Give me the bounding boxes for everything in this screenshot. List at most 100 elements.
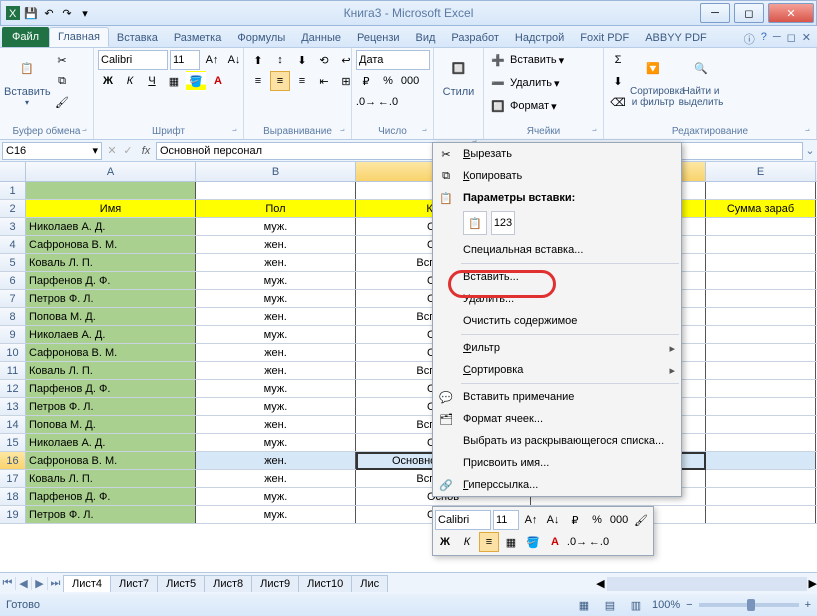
currency-icon[interactable]: ₽ (356, 71, 376, 91)
align-bottom-icon[interactable]: ⬇ (292, 50, 312, 70)
doc-restore-icon[interactable]: ◻ (787, 31, 796, 47)
cell[interactable] (706, 344, 816, 361)
align-right-icon[interactable]: ≡ (292, 71, 312, 91)
sheet-tab[interactable]: Лист8 (204, 575, 252, 592)
number-format-input[interactable] (356, 50, 430, 70)
font-size-input[interactable] (170, 50, 200, 70)
ctx-hyperlink[interactable]: 🔗Гиперссылка... (433, 474, 681, 496)
cell[interactable]: Парфенов Д. Ф. (26, 488, 196, 505)
redo-icon[interactable]: ↷ (59, 5, 75, 21)
cell[interactable]: жен. (196, 452, 356, 469)
tab-layout[interactable]: Разметка (166, 29, 230, 47)
paste-button[interactable]: 📋 Вставить ▾ (4, 50, 50, 107)
underline-icon[interactable]: Ч (142, 71, 162, 91)
cell[interactable]: Сафронова В. М. (26, 236, 196, 253)
align-middle-icon[interactable]: ↕ (270, 50, 290, 70)
cell[interactable] (706, 272, 816, 289)
ctx-paste-special[interactable]: Специальная вставка... (433, 239, 681, 261)
format-painter-icon[interactable]: 🖌 (52, 92, 72, 112)
row-header-16[interactable]: 16 (0, 452, 26, 469)
fx-expand-icon[interactable]: ⌄ (803, 144, 817, 157)
tab-view[interactable]: Вид (408, 29, 444, 47)
font-name-input[interactable] (98, 50, 168, 70)
cell[interactable]: муж. (196, 506, 356, 523)
hscroll-left-icon[interactable]: ◀ (596, 577, 604, 590)
name-box[interactable]: C16▾ (2, 142, 102, 160)
cells-delete-button[interactable]: ➖Удалить ▾ (488, 73, 560, 93)
cell[interactable]: жен. (196, 416, 356, 433)
cell[interactable] (706, 326, 816, 343)
mini-percent-icon[interactable]: % (587, 510, 607, 530)
sheet-nav-last-icon[interactable]: ⏭ (48, 577, 64, 590)
cell[interactable] (706, 398, 816, 415)
sheet-tab[interactable]: Лист7 (110, 575, 158, 592)
maximize-button[interactable]: ◻ (734, 3, 764, 23)
cell[interactable] (196, 182, 356, 199)
minimize-button[interactable]: ─ (700, 3, 730, 23)
doc-close-icon[interactable]: ✕ (802, 31, 811, 47)
styles-button[interactable]: 🔲 Стили (438, 50, 479, 98)
qat-dropdown-icon[interactable]: ▾ (77, 5, 93, 21)
fx-icon[interactable]: fx (136, 145, 156, 157)
cell[interactable]: муж. (196, 272, 356, 289)
row-header-18[interactable]: 18 (0, 488, 26, 505)
cell[interactable]: жен. (196, 236, 356, 253)
row-header-17[interactable]: 17 (0, 470, 26, 487)
cell[interactable] (706, 416, 816, 433)
tab-data[interactable]: Данные (293, 29, 349, 47)
sheet-tab[interactable]: Лист4 (63, 575, 111, 592)
increase-font-icon[interactable]: A↑ (202, 50, 222, 70)
column-header-A[interactable]: A (26, 162, 196, 181)
row-header-10[interactable]: 10 (0, 344, 26, 361)
cell[interactable]: Пол (196, 200, 356, 217)
close-button[interactable]: ✕ (768, 3, 814, 23)
column-header-E[interactable]: E (706, 162, 816, 181)
mini-currency-icon[interactable]: ₽ (565, 510, 585, 530)
cell[interactable]: муж. (196, 488, 356, 505)
namebox-dropdown-icon[interactable]: ▾ (92, 144, 98, 157)
row-header-1[interactable]: 1 (0, 182, 26, 199)
zoom-label[interactable]: 100% (652, 599, 680, 611)
row-header-5[interactable]: 5 (0, 254, 26, 271)
font-color-icon[interactable]: A (208, 71, 228, 91)
cell[interactable]: Николаев А. Д. (26, 326, 196, 343)
column-header-B[interactable]: B (196, 162, 356, 181)
row-header-6[interactable]: 6 (0, 272, 26, 289)
sort-filter-button[interactable]: 🔽 Сортировка и фильтр (630, 50, 676, 108)
cells-insert-button[interactable]: ➕Вставить ▾ (488, 50, 564, 70)
tab-review[interactable]: Рецензи (349, 29, 408, 47)
tab-insert[interactable]: Вставка (109, 29, 166, 47)
copy-icon[interactable]: ⧉ (52, 71, 72, 91)
cell[interactable]: Николаев А. Д. (26, 218, 196, 235)
cell[interactable] (706, 236, 816, 253)
sheet-nav-next-icon[interactable]: ▶ (32, 577, 48, 590)
cell[interactable]: жен. (196, 308, 356, 325)
border-icon[interactable]: ▦ (164, 71, 184, 91)
cell[interactable]: Петров Ф. Л. (26, 398, 196, 415)
tab-developer[interactable]: Разработ (443, 29, 506, 47)
mini-comma-icon[interactable]: 000 (609, 510, 629, 530)
ctx-cut[interactable]: ✂Вырезать (433, 143, 681, 165)
cell[interactable] (706, 290, 816, 307)
decrease-font-icon[interactable]: A↓ (224, 50, 244, 70)
tab-home[interactable]: Главная (49, 27, 109, 47)
cell[interactable] (706, 218, 816, 235)
mini-align-center-icon[interactable]: ≡ (479, 532, 499, 552)
cell[interactable]: жен. (196, 344, 356, 361)
cell[interactable]: муж. (196, 218, 356, 235)
fx-enter-icon[interactable]: ✓ (120, 144, 136, 157)
cell[interactable]: Попова М. Д. (26, 416, 196, 433)
ctx-paste-values[interactable]: 123 (491, 211, 515, 235)
view-page-layout-icon[interactable]: ▤ (600, 595, 620, 615)
sheet-nav-prev-icon[interactable]: ◀ (16, 577, 32, 590)
tab-addins[interactable]: Надстрой (507, 29, 572, 47)
sheet-tab[interactable]: Лист10 (298, 575, 352, 592)
ctx-insert[interactable]: Вставить... (433, 266, 681, 288)
row-header-2[interactable]: 2 (0, 200, 26, 217)
percent-icon[interactable]: % (378, 71, 398, 91)
ctx-filter[interactable]: Фильтр▸ (433, 337, 681, 359)
ctx-paste-all[interactable]: 📋 (463, 211, 487, 235)
comma-icon[interactable]: 000 (400, 71, 420, 91)
cell[interactable] (706, 254, 816, 271)
cell[interactable]: Петров Ф. Л. (26, 290, 196, 307)
